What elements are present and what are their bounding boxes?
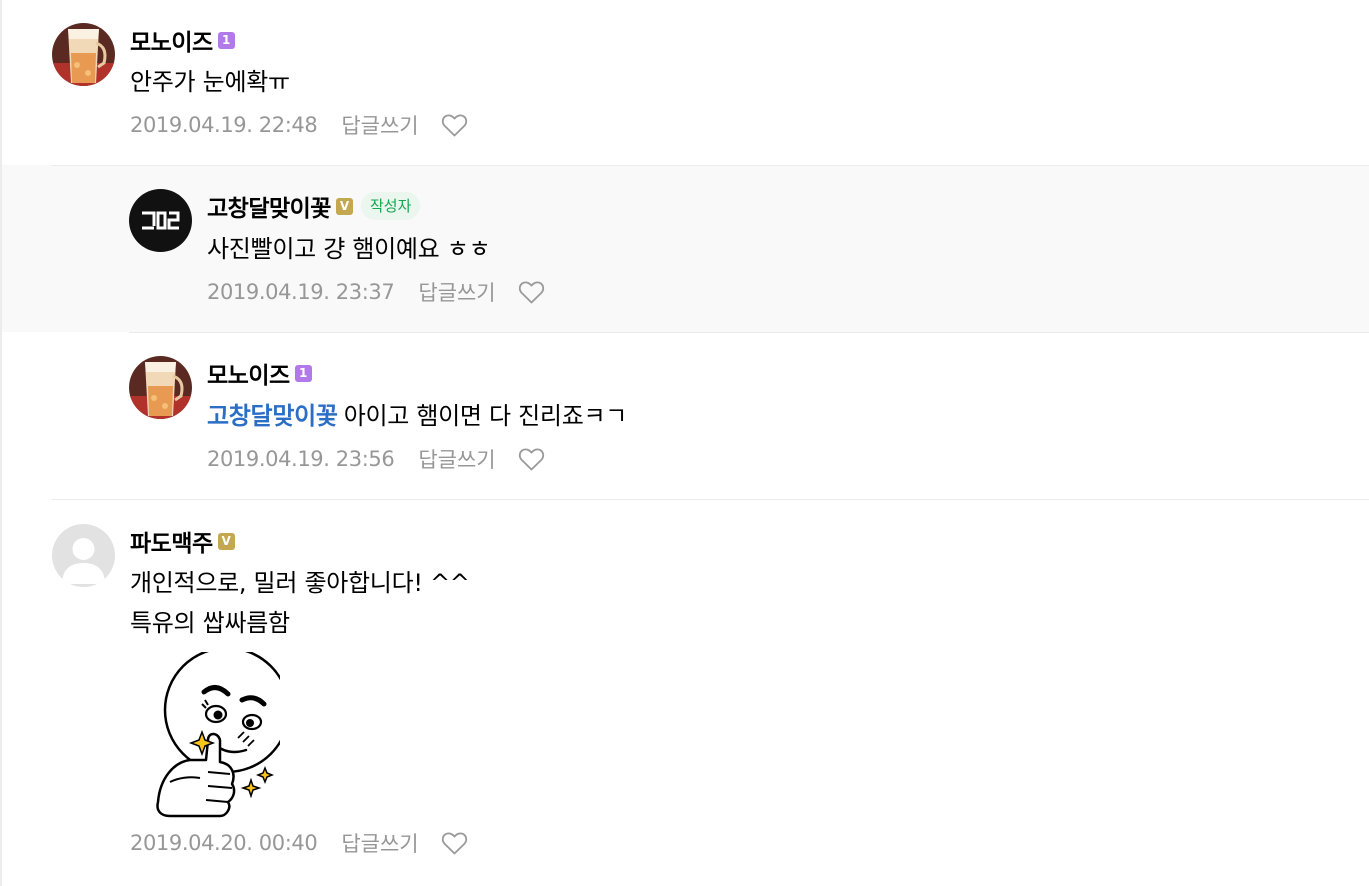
nickname[interactable]: 모노이즈 — [207, 356, 290, 390]
mention-link[interactable]: 고창달맞이꽃 — [207, 402, 338, 430]
level-badge-icon: 1 — [294, 364, 312, 382]
nickname[interactable]: 고창달맞이꽃 — [207, 189, 331, 223]
verified-badge-icon: V — [217, 532, 235, 550]
divider — [52, 165, 1369, 166]
comment-body: 아이고 햄이면 다 진리죠ㅋㄱ — [343, 402, 628, 430]
heart-icon[interactable] — [518, 280, 545, 305]
left-border — [0, 0, 2, 886]
comment-date: 2019.04.19. 22:48 — [130, 113, 318, 137]
nickname[interactable]: 모노이즈 — [130, 23, 213, 57]
level-badge-icon: 1 — [217, 31, 235, 49]
beer-glass-avatar[interactable] — [52, 23, 115, 86]
reply-button[interactable]: 답글쓰기 — [418, 444, 495, 474]
reply-button[interactable]: 답글쓰기 — [341, 110, 418, 140]
default-user-avatar[interactable] — [52, 524, 115, 587]
reply-button[interactable]: 답글쓰기 — [341, 828, 418, 858]
thumbs-up-sticker — [150, 646, 291, 824]
divider — [52, 499, 1369, 500]
heart-icon[interactable] — [441, 831, 468, 856]
reply-button[interactable]: 답글쓰기 — [418, 277, 495, 307]
divider — [129, 332, 1369, 333]
heart-icon[interactable] — [441, 113, 468, 138]
comment-date: 2019.04.19. 23:37 — [207, 280, 395, 304]
comment-text: 사진빨이고 걍 햄이예요 ㅎㅎ — [207, 235, 491, 263]
comment-text-line: 특유의 쌉싸름함 — [130, 609, 290, 637]
beer-glass-avatar[interactable] — [129, 356, 192, 419]
heart-icon[interactable] — [518, 447, 545, 472]
blog-logo-avatar[interactable] — [129, 189, 192, 252]
comment-text: 고창달맞이꽃 아이고 햄이면 다 진리죠ㅋㄱ — [207, 396, 627, 436]
comment-text-line: 개인적으로, 밀러 좋아합니다! ^^ — [130, 569, 470, 597]
author-tag: 작성자 — [360, 192, 421, 220]
verified-badge-icon: V — [335, 197, 353, 215]
nickname[interactable]: 파도맥주 — [130, 524, 213, 558]
comment-text: 안주가 눈에확ㅠ — [130, 68, 290, 96]
comment-date: 2019.04.20. 00:40 — [130, 831, 318, 855]
comment-date: 2019.04.19. 23:56 — [207, 447, 395, 471]
